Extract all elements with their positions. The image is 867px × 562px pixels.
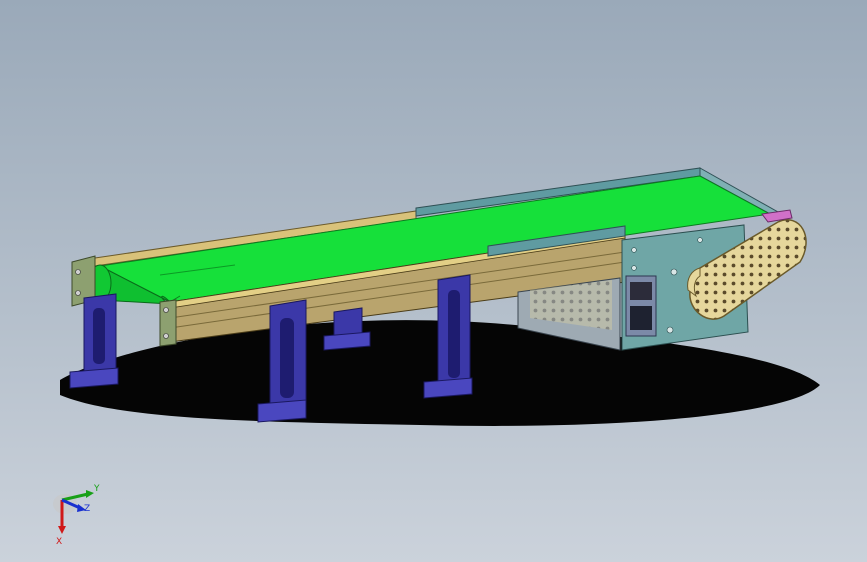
- cad-viewport[interactable]: X Y Z: [0, 0, 867, 562]
- speed-dial: [630, 282, 652, 300]
- conveyor-model[interactable]: [0, 0, 867, 562]
- triad-x-label: X: [56, 537, 62, 547]
- triad-y-label: Y: [93, 484, 100, 494]
- triad-y-arrow: [86, 490, 94, 498]
- triad-x-arrow: [58, 526, 66, 534]
- view-orientation-triad[interactable]: X Y Z: [40, 478, 120, 548]
- triad-z-label: Z: [84, 504, 90, 514]
- control-display: [630, 306, 652, 330]
- leg-front-left: [69, 293, 119, 389]
